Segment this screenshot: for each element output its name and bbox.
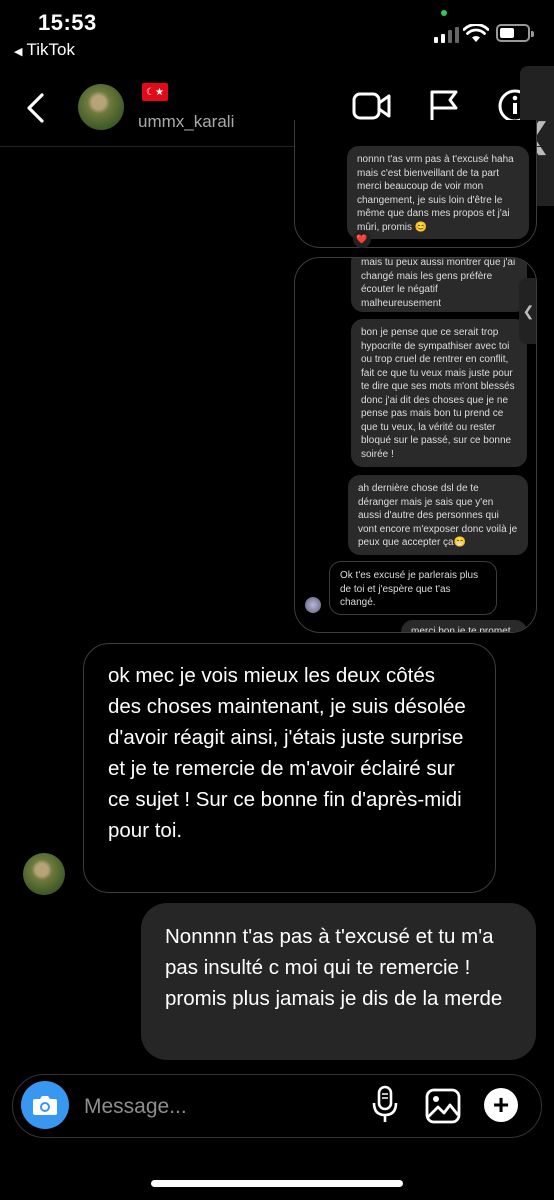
- camera-in-use-indicator: [441, 10, 447, 16]
- embedded-message: nonnn t'as vrm pas à t'excusé haha mais …: [347, 146, 529, 239]
- home-indicator: [151, 1180, 403, 1187]
- status-time: 15:53: [38, 10, 97, 35]
- heart-reaction-icon: ❤️: [353, 230, 371, 248]
- embedded-side-tab: ❮: [519, 278, 536, 344]
- embedded-reply-message: Ok t'es excusé je parlerais plus de toi …: [329, 561, 497, 615]
- video-call-icon[interactable]: [352, 91, 392, 121]
- camera-button[interactable]: [21, 1081, 69, 1129]
- embedded-avatar: [305, 597, 321, 613]
- embedded-message: bon je pense que ce serait trop hypocrit…: [351, 319, 527, 467]
- back-app-label: TikTok: [26, 40, 75, 59]
- embedded-screenshot-1: nonnn t'as vrm pas à t'excusé haha mais …: [294, 120, 537, 248]
- battery-icon: [496, 24, 534, 42]
- back-triangle-icon: ◀: [14, 46, 23, 58]
- embedded-screenshot-2: mais tu peux aussi montrer que j'ai chan…: [294, 257, 537, 633]
- back-to-app-link[interactable]: ◀ TikTok: [14, 40, 75, 60]
- embedded-message: mais tu peux aussi montrer que j'ai chan…: [351, 258, 527, 312]
- add-content-button[interactable]: +: [484, 1088, 518, 1122]
- profile-avatar[interactable]: [78, 84, 124, 130]
- embedded-message-cut: merci bon je te promet: [401, 620, 527, 632]
- header-username[interactable]: ummx_karali: [138, 112, 234, 132]
- gallery-icon[interactable]: [425, 1088, 461, 1124]
- turkey-flag-icon: ☾★: [142, 83, 168, 101]
- wifi-icon: [463, 24, 489, 42]
- camera-icon: [33, 1096, 57, 1115]
- incoming-message-bubble[interactable]: ok mec je vois mieux les deux côtés des …: [83, 643, 496, 893]
- plus-icon: +: [492, 1089, 510, 1120]
- microphone-icon[interactable]: [372, 1085, 398, 1125]
- back-chevron-icon[interactable]: [24, 92, 46, 124]
- cellular-signal-icon: [434, 25, 459, 43]
- embedded-message: ah dernière chose dsl de te déranger mai…: [348, 475, 528, 555]
- outgoing-message-bubble[interactable]: Nonnnn t'as pas à t'excusé et tu m'a pas…: [141, 903, 536, 1060]
- sender-avatar[interactable]: [23, 853, 65, 895]
- message-input[interactable]: [84, 1092, 344, 1122]
- report-flag-icon[interactable]: [428, 88, 460, 124]
